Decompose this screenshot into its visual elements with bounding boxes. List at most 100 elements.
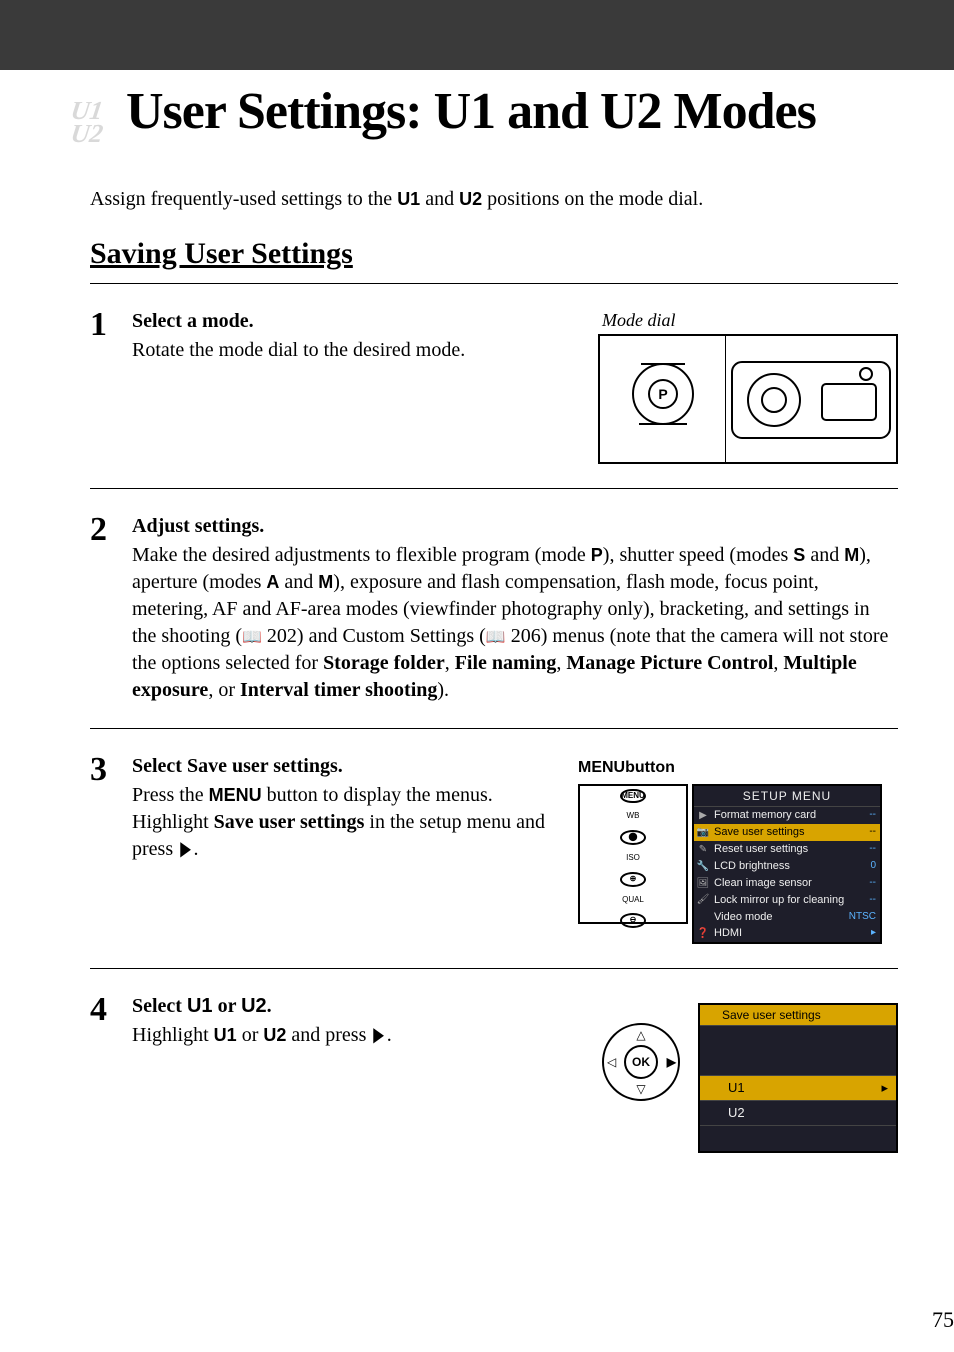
setup-menu-title: SETUP MENU — [694, 786, 880, 807]
step-3-body: Press the MENU button to display the men… — [132, 782, 558, 863]
mode-dial-caption: Mode dial — [602, 308, 898, 332]
step-1: 1 Select a mode. Rotate the mode dial to… — [90, 296, 898, 476]
menu-side-icon: 🔧 — [696, 858, 710, 875]
menu-button-icon: MENU — [620, 789, 646, 804]
menu-button-caption: MENU button — [578, 753, 898, 780]
setup-menu-row: 🖼 Clean image sensor -- — [694, 875, 880, 892]
right-arrow-icon: ▶ — [374, 1022, 385, 1049]
zoom-button-icon: ⊕ — [620, 872, 646, 887]
iso-label: ISO — [626, 853, 640, 864]
title-row: U1U2 User Settings: U1 and U2 Modes — [56, 82, 898, 162]
u2-label: U2 — [459, 189, 482, 209]
camera-back-illustration: MENU WB ⬤ ISO ⊕ QUAL ⊖ — [578, 784, 688, 924]
setup-menu-item-value: -- — [869, 893, 876, 908]
setup-menu-item-label: LCD brightness — [714, 859, 790, 874]
setup-menu-row: 🔧 LCD brightness 0 — [694, 858, 880, 875]
divider — [90, 968, 898, 969]
step-2-body: Make the desired adjustments to flexible… — [132, 542, 898, 704]
setup-menu-item-label: Clean image sensor — [714, 876, 812, 891]
setup-menu-item-label: Video mode — [714, 910, 773, 925]
mode-a: A — [266, 572, 279, 592]
setup-menu-row: ✎ Reset user settings -- — [694, 841, 880, 858]
setup-menu-row: 📷 Save user settings -- — [694, 824, 880, 841]
zoom-out-button-icon: ⊖ — [620, 913, 646, 928]
setup-menu-item-label: HDMI — [714, 926, 742, 941]
multi-selector-illustration: OK △ ▽ ◁ ▶ — [602, 1023, 680, 1101]
setup-menu-item-value: -- — [869, 825, 876, 840]
svg-text:P: P — [658, 386, 667, 402]
step-1-body: Rotate the mode dial to the desired mode… — [132, 337, 586, 364]
bold-storage-folder: Storage folder — [323, 652, 445, 674]
setup-menu-item-value: NTSC — [849, 910, 876, 925]
menu-keyword: MENU — [209, 785, 262, 805]
page-number: 75 — [932, 1307, 954, 1333]
menu-side-icon: ✎ — [696, 841, 710, 858]
page-ref-icon: 📖 — [242, 627, 262, 649]
intro-paragraph: Assign frequently-used settings to the U… — [90, 188, 898, 211]
setup-menu-item-value: 0 — [870, 859, 876, 874]
step-4-heading: Select U1 or U2. — [132, 993, 584, 1020]
menu-side-icon: 🖌 — [696, 892, 710, 909]
step-4-body: Highlight U1 or U2 and press ▶. — [132, 1022, 584, 1049]
up-arrow-icon: △ — [636, 1027, 645, 1043]
camera-top-icon — [726, 344, 896, 454]
step-3: 3 Select Save user settings. Press the M… — [90, 741, 898, 956]
intro-text-post: positions on the mode dial. — [482, 188, 703, 210]
menu-side-icon: ▶ — [696, 807, 710, 824]
step-2-number: 2 — [90, 513, 132, 704]
u1-label: U1 — [397, 189, 420, 209]
down-arrow-icon: ▽ — [636, 1081, 645, 1097]
setup-menu-row: ❓ HDMI ▸ — [694, 925, 880, 942]
divider — [90, 488, 898, 489]
step-4: 4 Select U1 or U2. Highlight U1 or U2 an… — [90, 981, 898, 1164]
menu-side-icon: 🖼 — [696, 875, 710, 892]
page-ref-icon: 📖 — [486, 627, 506, 649]
save-menu-u1-row: U1 ▸ — [700, 1075, 896, 1100]
menu-side-icon: 📷 — [696, 824, 710, 841]
setup-menu-item-label: Reset user settings — [714, 842, 808, 857]
mode-p: P — [591, 545, 603, 565]
setup-menu-screen: SETUP MENU ▶Format memory card--📷 Save us… — [692, 784, 882, 944]
intro-text-mid: and — [420, 188, 459, 210]
save-menu-u2: U2 — [728, 1104, 745, 1122]
mode-m2: M — [318, 572, 333, 592]
save-user-settings-screen: Save user settings U1 ▸ U2 — [698, 1003, 898, 1152]
setup-menu-item-value: ▸ — [871, 926, 876, 941]
qual-label: QUAL — [622, 895, 644, 906]
step-2-heading: Adjust settings. — [132, 513, 898, 540]
setup-menu-item-value: -- — [869, 842, 876, 857]
right-arrow-icon: ▶ — [667, 1054, 676, 1070]
section-heading: Saving User Settings — [90, 237, 898, 271]
divider — [90, 283, 898, 284]
step-1-heading: Select a mode. — [132, 308, 586, 335]
intro-text-pre: Assign frequently-used settings to the — [90, 188, 397, 210]
right-caret-icon: ▸ — [881, 1079, 888, 1097]
setup-menu-row: ▶Format memory card-- — [694, 807, 880, 824]
chapter-title: User Settings: U1 and U2 Modes — [126, 82, 816, 141]
page-ref-206: 206 — [511, 625, 541, 647]
setup-menu-item-value: -- — [869, 876, 876, 891]
save-menu-u1: U1 — [728, 1079, 745, 1097]
bold-file-naming: File naming — [455, 652, 557, 674]
ok-button-icon: OK — [624, 1045, 658, 1079]
save-menu-title: Save user settings — [700, 1005, 896, 1025]
right-arrow-icon: ▶ — [180, 836, 191, 863]
menu-side-icon: ❓ — [696, 925, 710, 942]
save-menu-u2-row: U2 — [700, 1100, 896, 1125]
mode-m: M — [844, 545, 859, 565]
step-3-heading: Select Save user settings. — [132, 753, 558, 780]
step-3-number: 3 — [90, 753, 132, 944]
wb-label: WB — [627, 811, 640, 822]
u1-bold: U1 — [214, 1025, 237, 1045]
setup-menu-item-label: Lock mirror up for cleaning — [714, 893, 844, 908]
u2-bold: U2 — [263, 1025, 286, 1045]
page-content: U1U2 User Settings: U1 and U2 Modes Assi… — [0, 82, 954, 1255]
setup-menu-item-label: Save user settings — [714, 825, 805, 840]
top-header-bar — [0, 0, 954, 70]
menu-side-icon — [696, 909, 710, 926]
setup-menu-item-value: -- — [869, 808, 876, 823]
u1-u2-chapter-icon: U1U2 — [56, 82, 118, 162]
setup-menu-row: 🖌 Lock mirror up for cleaning -- — [694, 892, 880, 909]
divider — [90, 728, 898, 729]
mode-dial-illustration: P — [598, 334, 898, 464]
